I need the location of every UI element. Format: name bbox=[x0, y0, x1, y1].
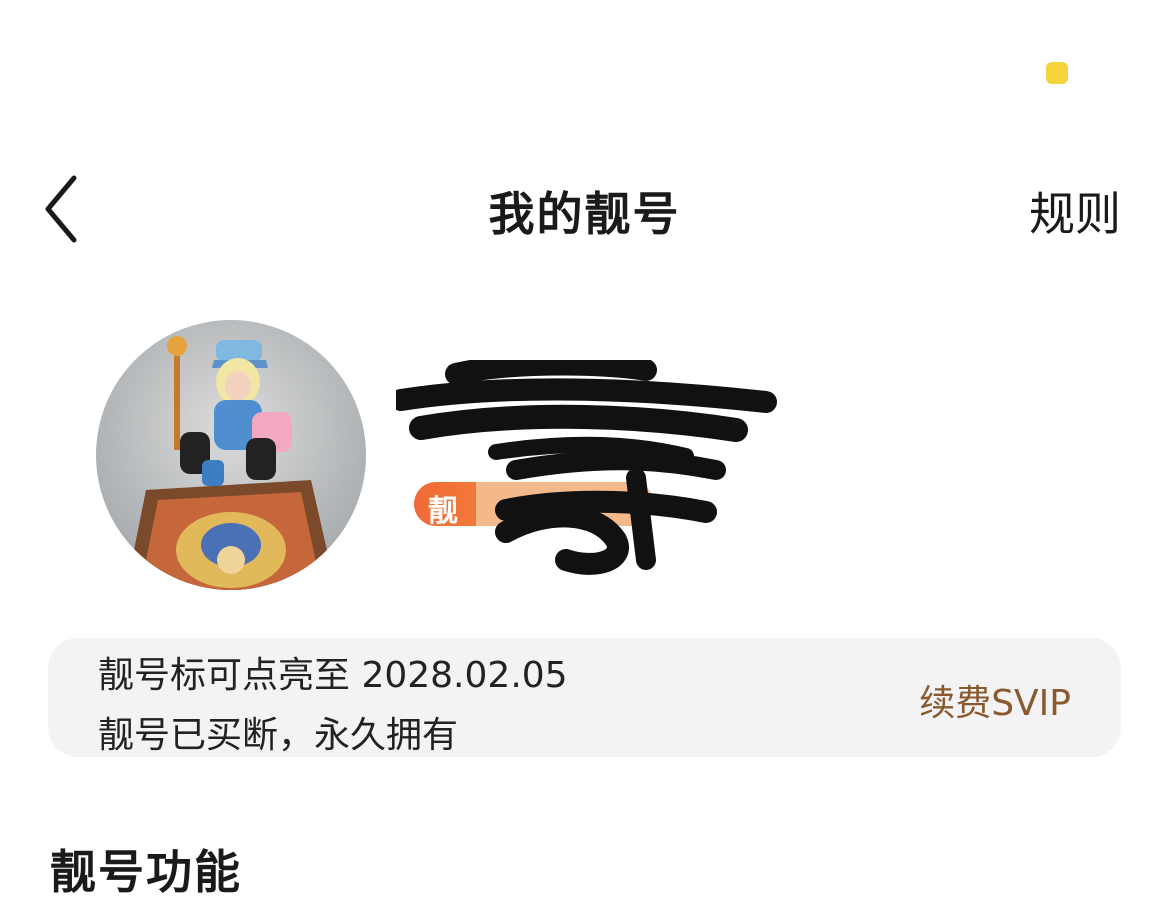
rules-button[interactable]: 规则 bbox=[1029, 178, 1121, 244]
validity-info-card: 靓号标可点亮至 2028.02.05 靓号已买断，永久拥有 续费SVIP bbox=[48, 638, 1121, 757]
profile-section: 靓 bbox=[96, 320, 796, 595]
renew-svip-button[interactable]: 续费SVIP bbox=[919, 674, 1071, 726]
nav-bar: 我的靓号 规则 bbox=[0, 160, 1169, 256]
avatar-photo bbox=[96, 320, 366, 590]
redaction-scribble-icon bbox=[495, 450, 726, 575]
ownership-status-text: 靓号已买断，永久拥有 bbox=[98, 715, 459, 756]
avatar[interactable] bbox=[96, 320, 366, 590]
section-title-features: 靓号功能 bbox=[50, 845, 242, 899]
badge-valid-until-text: 靓号标可点亮至 2028.02.05 bbox=[98, 655, 568, 696]
page-title: 我的靓号 bbox=[488, 187, 681, 241]
status-indicator-dot bbox=[1046, 62, 1068, 84]
redacted-name-area: 靓 bbox=[390, 353, 796, 590]
